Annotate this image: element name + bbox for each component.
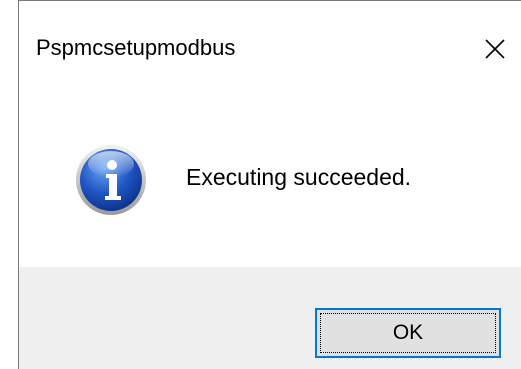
- ok-button[interactable]: OK: [315, 308, 501, 358]
- close-icon[interactable]: [481, 35, 509, 63]
- dialog-footer: OK: [19, 267, 521, 369]
- dialog-content: Executing succeeded.: [19, 97, 521, 267]
- message-dialog: Pspmcsetupmodbus Executing succeeded. OK: [18, 0, 521, 369]
- window-title: Pspmcsetupmodbus: [36, 35, 236, 60]
- dialog-message: Executing succeeded.: [186, 164, 412, 190]
- ok-button-label: OK: [320, 313, 496, 353]
- information-icon: [75, 144, 147, 216]
- title-bar: Pspmcsetupmodbus: [19, 1, 521, 97]
